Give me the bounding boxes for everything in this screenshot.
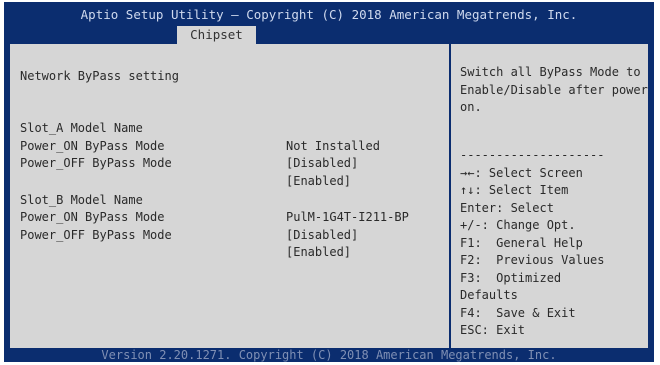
slot-a-power-off-label: Power_OFF ByPass Mode — [20, 156, 172, 170]
help-separator: -------------------- — [460, 148, 605, 162]
app-title: Aptio Setup Utility – Copyright (C) 2018… — [80, 7, 578, 22]
key-hint: Enter: Select — [460, 200, 554, 215]
slot-a-power-on-value[interactable]: [Disabled] — [286, 155, 358, 173]
slot-a-model-row: Slot_A Model Name Not Installed — [20, 103, 440, 153]
slot-b-power-off-value[interactable]: [Enabled] — [286, 244, 351, 262]
key-hint: Defaults — [460, 288, 518, 302]
key-hint: →←: Select Screen — [460, 165, 583, 180]
slot-b-power-on-value[interactable]: [Disabled] — [286, 227, 358, 245]
slot-b-model-row: Slot_B Model Name PulM-1G4T-I211-BP — [20, 174, 440, 225]
key-legend: -------------------- →←: Select Screen ↑… — [460, 147, 650, 340]
bios-window: Aptio Setup Utility – Copyright (C) 2018… — [4, 2, 654, 362]
key-hint: F3: Optimized — [460, 270, 562, 285]
version-footer: Version 2.20.1271. Copyright (C) 2018 Am… — [101, 348, 557, 362]
slot-b-power-on-row[interactable]: Power_ON ByPass Mode [Disabled] — [20, 192, 440, 242]
section-title: Network ByPass setting — [20, 69, 179, 83]
settings-list: Network ByPass setting Slot_A Model Name… — [20, 68, 440, 260]
key-hint: F1: General Help — [460, 235, 583, 250]
panel-divider — [449, 44, 451, 348]
key-hint: F4: Save & Exit — [460, 305, 576, 320]
slot-b-power-off-row[interactable]: Power_OFF ByPass Mode [Enabled] — [20, 209, 440, 260]
help-text: Switch all ByPass Mode to Enable/Disable… — [460, 65, 648, 114]
slot-a-power-off-row[interactable]: Power_OFF ByPass Mode [Enabled] — [20, 138, 440, 188]
key-hint: ESC: Exit — [460, 323, 526, 337]
tab-chipset[interactable]: Chipset — [177, 26, 256, 44]
slot-a-power-on-row[interactable]: Power_ON ByPass Mode [Disabled] — [20, 120, 440, 171]
slot-b-power-off-label: Power_OFF ByPass Mode — [20, 227, 172, 242]
key-hint: F2: Previous Values — [460, 253, 605, 267]
key-hint: +/-: Change Opt. — [460, 218, 576, 232]
key-hint: ↑↓: Select Item — [460, 183, 569, 197]
title-bar: Aptio Setup Utility – Copyright (C) 2018… — [4, 2, 654, 44]
